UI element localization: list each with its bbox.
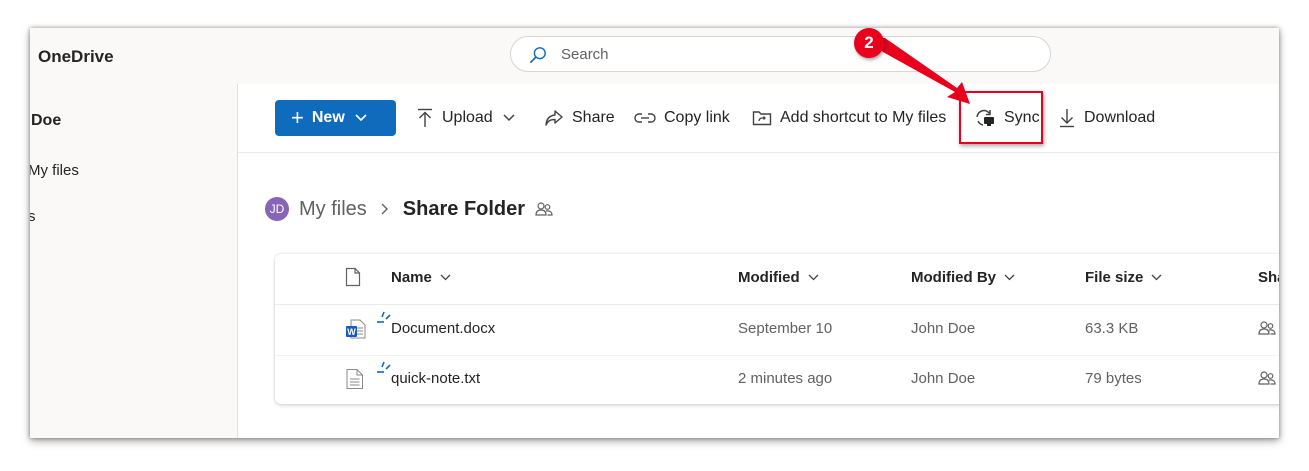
share-icon	[545, 110, 563, 126]
chevron-down-icon	[1151, 274, 1162, 281]
chevron-down-icon	[440, 274, 451, 281]
sync-highlight-box	[959, 91, 1043, 144]
download-icon	[1060, 109, 1074, 128]
step-callout-badge: 2	[854, 28, 884, 58]
column-header-sharing[interactable]: Sha	[1258, 269, 1279, 286]
file-modified: September 10	[738, 320, 833, 337]
svg-text:W: W	[347, 327, 356, 337]
copy-link-button[interactable]: Copy link	[634, 102, 730, 134]
file-size: 63.3 KB	[1085, 320, 1139, 337]
shared-people-icon	[1258, 370, 1276, 386]
file-modified-by: John Doe	[911, 370, 976, 387]
table-header: Name Modified Modified By File size Sha	[275, 254, 1279, 305]
chevron-down-icon	[808, 274, 819, 281]
chevron-down-icon	[355, 114, 367, 122]
link-icon	[634, 113, 656, 123]
app-title[interactable]: OneDrive	[38, 47, 114, 67]
upload-icon	[418, 108, 432, 127]
sidebar: Doe My files s	[30, 84, 238, 438]
upload-button[interactable]: Upload	[416, 102, 515, 134]
sync-status-icon	[377, 311, 391, 323]
upload-label: Upload	[442, 109, 493, 126]
plus-icon: +	[291, 105, 304, 130]
word-doc-icon: W	[345, 318, 367, 340]
text-file-icon	[345, 368, 365, 390]
column-header-file-size[interactable]: File size	[1085, 269, 1162, 286]
chevron-right-icon	[381, 203, 388, 215]
onedrive-window: OneDrive Search Doe My files s + New Upl…	[30, 28, 1279, 438]
file-type-column[interactable]	[345, 267, 361, 287]
search-placeholder[interactable]: Search	[561, 46, 609, 63]
column-header-name[interactable]: Name	[391, 269, 451, 286]
command-bar: + New Upload Share Copy link Add shortcu…	[238, 84, 1279, 153]
column-header-modified[interactable]: Modified	[738, 269, 819, 286]
download-button[interactable]: Download	[1058, 102, 1155, 134]
avatar: JD	[265, 197, 289, 221]
table-row[interactable]: quick-note.txt 2 minutes ago John Doe 79…	[275, 355, 1279, 405]
copy-link-label: Copy link	[664, 109, 730, 126]
sidebar-item-partial[interactable]: s	[30, 208, 36, 225]
search-icon	[529, 47, 546, 64]
share-button[interactable]: Share	[544, 102, 615, 134]
download-label: Download	[1084, 109, 1156, 126]
file-modified: 2 minutes ago	[738, 370, 833, 387]
sidebar-user-name[interactable]: Doe	[31, 112, 61, 130]
file-size: 79 bytes	[1085, 370, 1142, 387]
file-list: Name Modified Modified By File size Sha	[275, 254, 1279, 404]
file-modified-by: John Doe	[911, 320, 976, 337]
column-header-modified-by[interactable]: Modified By	[911, 269, 1015, 286]
sidebar-item-my-files[interactable]: My files	[30, 162, 79, 179]
new-button-label: New	[311, 109, 345, 126]
breadcrumb-my-files[interactable]: My files	[299, 198, 367, 221]
chevron-down-icon	[503, 114, 515, 122]
search-box[interactable]: Search	[510, 36, 1051, 72]
file-name[interactable]: quick-note.txt	[391, 370, 480, 387]
sync-status-icon	[377, 361, 391, 373]
file-type-icon	[345, 267, 361, 287]
add-shortcut-button[interactable]: Add shortcut to My files	[752, 102, 946, 134]
breadcrumb: JD My files Share Folder	[265, 196, 553, 222]
new-button[interactable]: + New	[275, 100, 396, 136]
add-shortcut-label: Add shortcut to My files	[780, 109, 947, 126]
add-shortcut-icon	[752, 111, 772, 126]
shared-people-icon	[1258, 320, 1276, 336]
chevron-down-icon	[1004, 274, 1015, 281]
breadcrumb-current-folder[interactable]: Share Folder	[403, 198, 525, 221]
file-name[interactable]: Document.docx	[391, 320, 495, 337]
share-label: Share	[572, 109, 615, 126]
table-row[interactable]: W Document.docx September 10 John Doe 63…	[275, 305, 1279, 356]
main-content: + New Upload Share Copy link Add shortcu…	[238, 84, 1279, 438]
shared-people-icon	[535, 202, 553, 216]
